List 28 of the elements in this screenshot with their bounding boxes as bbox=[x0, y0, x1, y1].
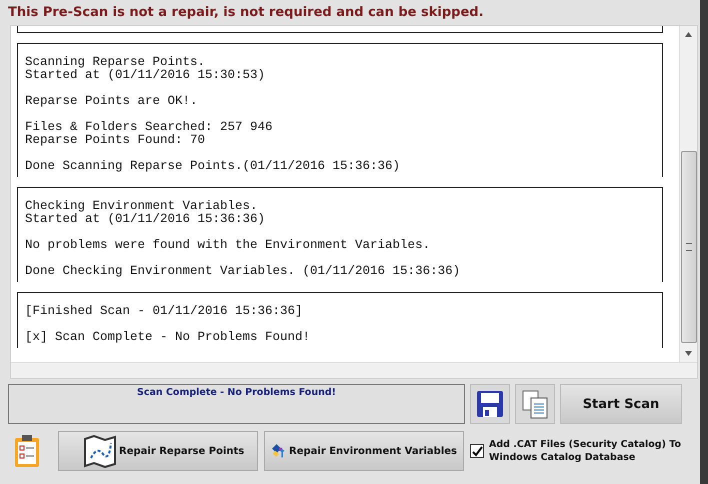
catalog-checkbox[interactable]: Add .CAT Files (Security Catalog) To Windows Catalog Database bbox=[470, 438, 689, 464]
start-scan-button[interactable]: Start Scan bbox=[560, 384, 682, 424]
clipboard-icon bbox=[14, 434, 40, 468]
vertical-scrollbar[interactable] bbox=[679, 26, 697, 362]
repair-button[interactable]: Repair Reparse Points bbox=[58, 431, 258, 471]
log-line: Done Scanning Reparse Points.(01/11/2016 15:36:36) bbox=[25, 160, 402, 173]
map-icon bbox=[83, 434, 117, 468]
log-line: Scanning Reparse Points. bbox=[25, 56, 206, 69]
log-line: Reparse Points Found: 70 bbox=[25, 134, 206, 147]
log-line: No problems were found with the Environment Variables. bbox=[25, 239, 432, 252]
log-line: Files & Folders Searched: 257 946 bbox=[25, 121, 274, 134]
horizontal-scrollbar[interactable] bbox=[11, 362, 697, 378]
log-line: [x] Scan Complete - No Problems Found! bbox=[25, 331, 312, 344]
log-line: Reparse Points are OK!. bbox=[25, 95, 199, 108]
status-text: Scan Complete - No Problems Found! bbox=[136, 387, 336, 398]
copy-button[interactable] bbox=[515, 384, 555, 424]
save-button[interactable] bbox=[470, 384, 510, 424]
notice-text: This Pre-Scan is not a repair, is not required and can be skipped. bbox=[7, 4, 485, 22]
log-line: Started at (01/11/2016 15:30:53) bbox=[25, 69, 266, 82]
log-line: Checking Environment Variables. bbox=[25, 200, 259, 213]
log-line: Started at (01/11/2016 15:36:36) bbox=[25, 213, 266, 226]
documents-icon bbox=[520, 389, 550, 419]
scroll-down-icon[interactable] bbox=[685, 351, 692, 356]
log-line: Done Checking Environment Variables. (01/11/2016 15:36:36) bbox=[25, 265, 462, 278]
log-line: [Finished Scan - 01/11/2016 15:36:36] bbox=[25, 305, 304, 318]
checkmark-icon bbox=[472, 446, 482, 456]
scroll-up-icon[interactable] bbox=[685, 32, 692, 37]
repair-button[interactable]: Repair Environment Variables bbox=[264, 431, 464, 471]
